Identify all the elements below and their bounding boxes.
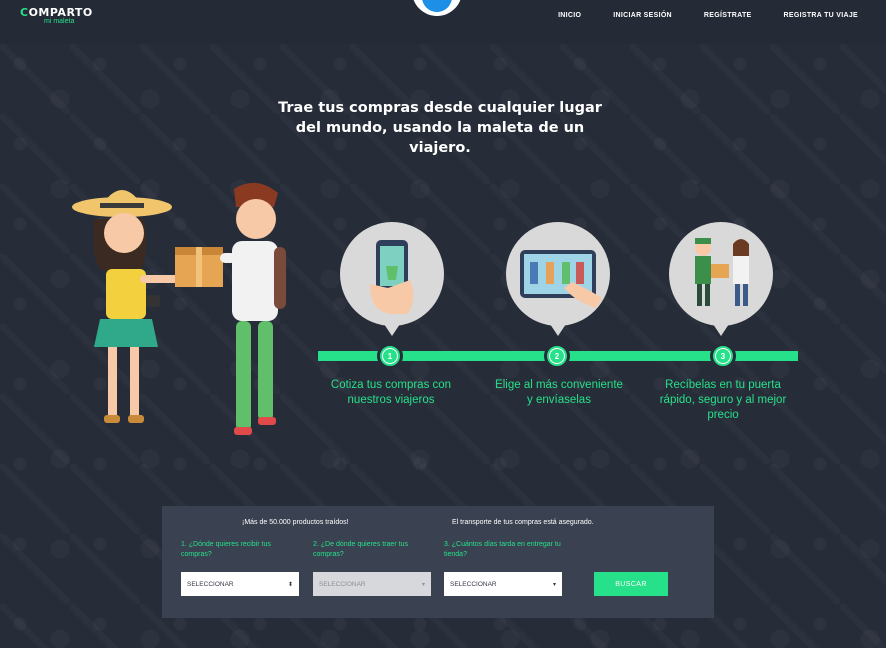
step-1-bubble (340, 222, 444, 336)
step-3-number: 3 (710, 343, 736, 369)
step-3-bubble (669, 222, 773, 336)
people-illustration (72, 182, 286, 435)
delivery-people-icon (695, 238, 749, 306)
step-2-number: 2 (544, 343, 570, 369)
step-2-text: Elige al más conveniente y envíaselas (495, 379, 623, 406)
nav-iniciar-sesion[interactable]: INICIAR SESIÓN (613, 12, 672, 19)
delivery-days-select-value: SELECCIONAR (450, 580, 497, 588)
step-1-text: Cotiza tus compras con nuestros viajeros (330, 379, 452, 406)
logo[interactable]: COMPARTO mi maleta (20, 6, 93, 25)
destination-select[interactable]: SELECCIONAR ⬍ (181, 572, 299, 596)
search-form-panel: ¡Más de 50.000 productos traídos! El tra… (162, 506, 714, 618)
origin-select[interactable]: SELECCIONAR ▾ (313, 572, 431, 596)
question-2-label: 2. ¿De dónde quieres traer tus compras? (313, 541, 408, 558)
chevron-down-icon: ▾ (552, 581, 556, 588)
package-box-illustration (175, 247, 223, 287)
logo-tagline: mi maleta (44, 18, 75, 25)
question-1-label: 1. ¿Dónde quieres recibir tus compras? (181, 541, 271, 558)
destination-select-value: SELECCIONAR (187, 580, 234, 588)
origin-select-value: SELECCIONAR (319, 580, 366, 588)
traveler-man-illustration (220, 182, 286, 435)
top-badge (412, 0, 462, 16)
main-nav: INICIO INICIAR SESIÓN REGÍSTRATE REGISTR… (558, 12, 858, 19)
updown-arrow-icon: ⬍ (287, 581, 293, 588)
top-badge-icon (422, 0, 452, 12)
traveler-woman-illustration (72, 190, 180, 423)
question-3-label: 3. ¿Cuántos días tarda en entregar tu ti… (444, 541, 561, 558)
delivery-days-select[interactable]: SELECCIONAR ▾ (444, 572, 562, 596)
hero-headline: Trae tus compras desde cualquier lugar d… (278, 100, 602, 156)
step-3-text: Recíbelas en tu puerta rápido, seguro y … (659, 379, 787, 421)
tablet-shop-icon (520, 250, 602, 308)
chevron-down-icon: ▾ (421, 581, 425, 588)
search-button[interactable]: BUSCAR (594, 572, 668, 596)
nav-inicio[interactable]: INICIO (558, 12, 581, 19)
products-count-note: ¡Más de 50.000 productos traídos! (242, 519, 349, 526)
insurance-note: El transporte de tus compras está asegur… (452, 519, 594, 526)
step-1-number: 1 (377, 343, 403, 369)
nav-registra-tu-viaje[interactable]: REGISTRA TU VIAJE (784, 12, 858, 19)
step-2-bubble (506, 222, 610, 336)
phone-app-icon (370, 240, 414, 314)
top-navbar: COMPARTO mi maleta INICIO INICIAR SESIÓN… (0, 0, 886, 44)
nav-registrate[interactable]: REGÍSTRATE (704, 12, 752, 19)
